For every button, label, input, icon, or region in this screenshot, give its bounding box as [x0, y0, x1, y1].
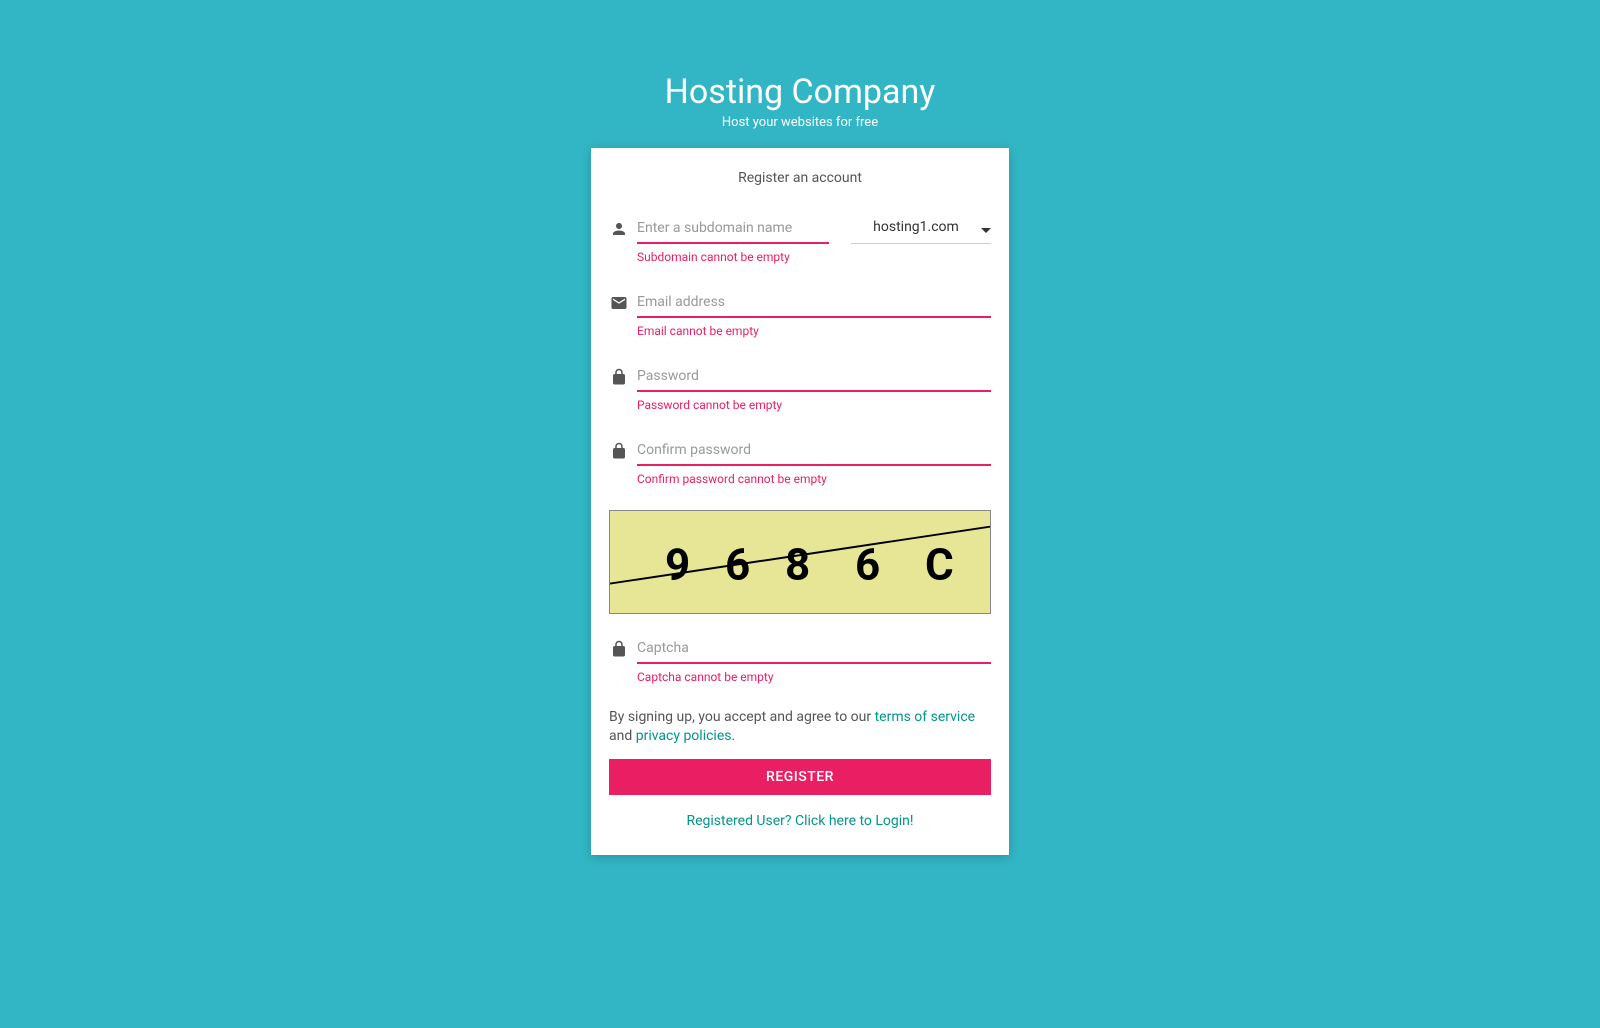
register-card: Register an account Subdomain cannot be … — [591, 148, 1009, 855]
legal-text: By signing up, you accept and agree to o… — [609, 708, 991, 747]
svg-text:9: 9 — [665, 540, 690, 591]
subdomain-input[interactable] — [637, 214, 829, 244]
svg-text:6: 6 — [725, 540, 750, 591]
captcha-image: 9 6 8 6 C — [609, 510, 991, 614]
password-input[interactable] — [637, 362, 991, 392]
domain-select[interactable]: hosting1.com — [851, 214, 991, 244]
captcha-error: Captcha cannot be empty — [637, 670, 991, 684]
person-icon — [609, 220, 629, 238]
privacy-link[interactable]: privacy policies — [636, 728, 732, 744]
confirm-input[interactable] — [637, 436, 991, 466]
email-input[interactable] — [637, 288, 991, 318]
legal-and: and — [609, 728, 636, 744]
captcha-input[interactable] — [637, 634, 991, 664]
email-error: Email cannot be empty — [637, 324, 991, 338]
domain-select-wrap: hosting1.com — [851, 214, 991, 244]
svg-text:6: 6 — [855, 540, 880, 591]
card-title: Register an account — [609, 170, 991, 186]
chevron-down-icon — [981, 218, 991, 237]
login-link[interactable]: Registered User? Click here to Login! — [609, 813, 991, 829]
confirm-error: Confirm password cannot be empty — [637, 472, 991, 486]
legal-prefix: By signing up, you accept and agree to o… — [609, 709, 875, 725]
register-button[interactable]: REGISTER — [609, 759, 991, 795]
password-row: Password cannot be empty — [609, 362, 991, 412]
password-field-wrap: Password cannot be empty — [637, 362, 991, 412]
page-header: Hosting Company Host your websites for f… — [665, 72, 936, 130]
lock-icon — [609, 442, 629, 460]
password-error: Password cannot be empty — [637, 398, 991, 412]
svg-text:C: C — [925, 540, 954, 591]
subdomain-row: Subdomain cannot be empty hosting1.com — [609, 214, 991, 264]
captcha-field-wrap: Captcha cannot be empty — [637, 634, 991, 684]
email-field-wrap: Email cannot be empty — [637, 288, 991, 338]
captcha-row: Captcha cannot be empty — [609, 634, 991, 684]
confirm-row: Confirm password cannot be empty — [609, 436, 991, 486]
subdomain-error: Subdomain cannot be empty — [637, 250, 829, 264]
confirm-field-wrap: Confirm password cannot be empty — [637, 436, 991, 486]
lock-icon — [609, 368, 629, 386]
page-title: Hosting Company — [665, 72, 936, 113]
tos-link[interactable]: terms of service — [875, 709, 976, 725]
domain-select-value: hosting1.com — [851, 219, 981, 235]
legal-suffix: . — [731, 728, 735, 744]
page-subtitle: Host your websites for free — [665, 115, 936, 130]
email-icon — [609, 294, 629, 312]
lock-icon — [609, 640, 629, 658]
email-row: Email cannot be empty — [609, 288, 991, 338]
svg-text:8: 8 — [785, 540, 810, 591]
subdomain-field-wrap: Subdomain cannot be empty — [637, 214, 829, 264]
